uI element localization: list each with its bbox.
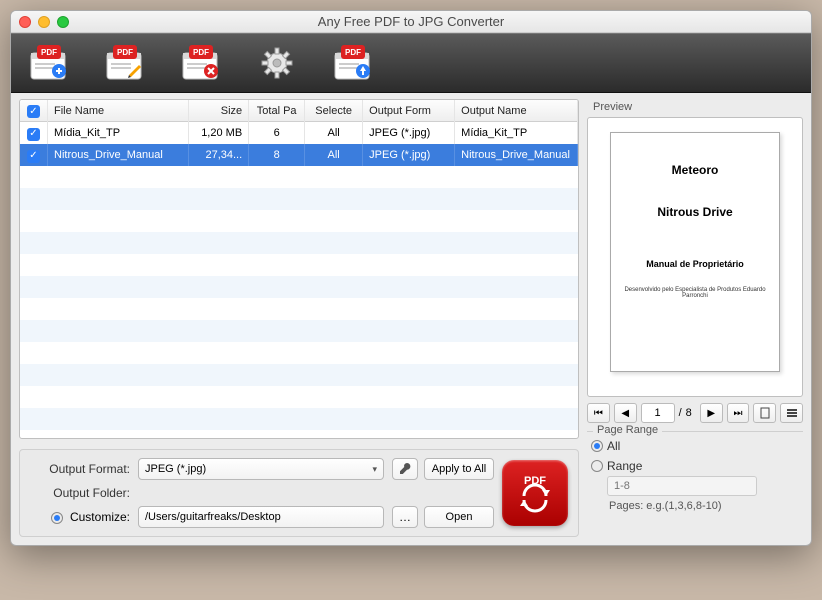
settings-button[interactable]: [253, 42, 301, 84]
customize-radio-row: Customize:: [30, 510, 130, 524]
row-filename: Nitrous_Drive_Manual: [48, 144, 189, 166]
svg-text:PDF: PDF: [117, 48, 133, 57]
row-checkbox[interactable]: ✓: [20, 144, 48, 166]
last-page-button[interactable]: ⏭: [727, 403, 750, 423]
svg-text:PDF: PDF: [41, 48, 57, 57]
range-all-label: All: [607, 439, 620, 453]
table-empty-rows: [20, 166, 578, 430]
row-output: Mídia_Kit_TP: [455, 122, 578, 144]
row-filename: Mídia_Kit_TP: [48, 122, 189, 144]
export-pdf-button[interactable]: PDF: [329, 42, 377, 84]
add-pdf-button[interactable]: PDF: [25, 42, 73, 84]
convert-button[interactable]: PDF: [502, 460, 568, 526]
open-folder-button[interactable]: Open: [424, 506, 494, 528]
row-pages: 8: [249, 144, 305, 166]
output-folder-input[interactable]: [138, 506, 384, 528]
header-size[interactable]: Size: [189, 100, 249, 122]
range-custom-row[interactable]: Range: [587, 456, 803, 476]
customize-label: Customize:: [70, 510, 130, 524]
page-sep: /: [679, 407, 682, 419]
row-size: 27,34...: [189, 144, 249, 166]
page-list-button[interactable]: [780, 403, 803, 423]
svg-text:PDF: PDF: [345, 48, 361, 57]
browse-folder-button[interactable]: …: [392, 506, 418, 528]
svg-text:PDF: PDF: [193, 48, 209, 57]
output-folder-label: Output Folder:: [30, 486, 130, 500]
range-all-row[interactable]: All: [587, 436, 803, 456]
row-checkbox[interactable]: ✓: [20, 122, 48, 144]
main-toolbar: PDF PDF PDF PDF: [11, 33, 811, 93]
range-all-radio[interactable]: [591, 440, 603, 452]
row-format: JPEG (*.jpg): [363, 144, 455, 166]
page-fit-button[interactable]: [753, 403, 776, 423]
preview-page: Meteoro Nitrous Drive Manual de Propriet…: [610, 132, 780, 372]
preview-line1: Meteoro: [621, 163, 769, 177]
content-area: ✓ File Name Size Total Pa Selecte Output…: [11, 93, 811, 545]
next-page-button[interactable]: ▶: [700, 403, 723, 423]
first-page-button[interactable]: ⏮: [587, 403, 610, 423]
row-format: JPEG (*.jpg): [363, 122, 455, 144]
table-row[interactable]: ✓Mídia_Kit_TP1,20 MB6AllJPEG (*.jpg)Mídi…: [20, 122, 578, 144]
right-column: Preview Meteoro Nitrous Drive Manual de …: [587, 99, 803, 537]
window-title: Any Free PDF to JPG Converter: [11, 14, 811, 29]
output-format-label: Output Format:: [30, 462, 130, 476]
page-range-title: Page Range: [593, 424, 662, 436]
total-pages: 8: [686, 407, 692, 419]
preview-title: Preview: [593, 101, 803, 113]
header-check[interactable]: ✓: [20, 100, 48, 122]
page-number-input[interactable]: [641, 403, 675, 423]
apply-all-button[interactable]: Apply to All: [424, 458, 494, 480]
preview-line2: Nitrous Drive: [621, 205, 769, 219]
row-selected: All: [305, 144, 363, 166]
output-settings-button[interactable]: [392, 458, 418, 480]
preview-line4: Desenvolvido pelo Especialista de Produt…: [621, 287, 769, 299]
wrench-icon: [398, 462, 412, 476]
page-icon: [759, 407, 771, 419]
remove-pdf-button[interactable]: PDF: [177, 42, 225, 84]
header-filename[interactable]: File Name: [48, 100, 189, 122]
preview-pane: Meteoro Nitrous Drive Manual de Propriet…: [587, 117, 803, 397]
left-column: ✓ File Name Size Total Pa Selecte Output…: [19, 99, 579, 537]
header-format[interactable]: Output Form: [363, 100, 455, 122]
app-window: Any Free PDF to JPG Converter PDF PDF PD…: [10, 10, 812, 546]
table-row[interactable]: ✓Nitrous_Drive_Manual27,34...8AllJPEG (*…: [20, 144, 578, 166]
header-total-pages[interactable]: Total Pa: [249, 100, 305, 122]
prev-page-button[interactable]: ◀: [614, 403, 637, 423]
titlebar: Any Free PDF to JPG Converter: [11, 11, 811, 33]
range-custom-radio[interactable]: [591, 460, 603, 472]
output-panel: Output Format: JPEG (*.jpg) ▾ Apply to A…: [19, 449, 579, 537]
output-format-select[interactable]: JPEG (*.jpg) ▾: [138, 458, 384, 480]
row-pages: 6: [249, 122, 305, 144]
edit-pdf-button[interactable]: PDF: [101, 42, 149, 84]
row-selected: All: [305, 122, 363, 144]
table-body: ✓Mídia_Kit_TP1,20 MB6AllJPEG (*.jpg)Mídi…: [20, 122, 578, 166]
header-output-name[interactable]: Output Name: [455, 100, 578, 122]
customize-radio[interactable]: [51, 512, 63, 524]
header-selected[interactable]: Selecte: [305, 100, 363, 122]
file-table: ✓ File Name Size Total Pa Selecte Output…: [19, 99, 579, 439]
row-output: Nitrous_Drive_Manual: [455, 144, 578, 166]
range-hint: Pages: e.g.(1,3,6,8-10): [609, 500, 803, 512]
range-custom-label: Range: [607, 459, 642, 473]
row-size: 1,20 MB: [189, 122, 249, 144]
page-range-divider: Page Range: [587, 431, 803, 432]
preview-nav: ⏮ ◀ / 8 ▶ ⏭: [587, 403, 803, 423]
range-input[interactable]: [607, 476, 757, 496]
chevron-down-icon: ▾: [372, 464, 377, 475]
table-header: ✓ File Name Size Total Pa Selecte Output…: [20, 100, 578, 122]
output-format-value: JPEG (*.jpg): [145, 463, 206, 475]
list-icon: [786, 407, 798, 419]
preview-line3: Manual de Proprietário: [621, 259, 769, 269]
